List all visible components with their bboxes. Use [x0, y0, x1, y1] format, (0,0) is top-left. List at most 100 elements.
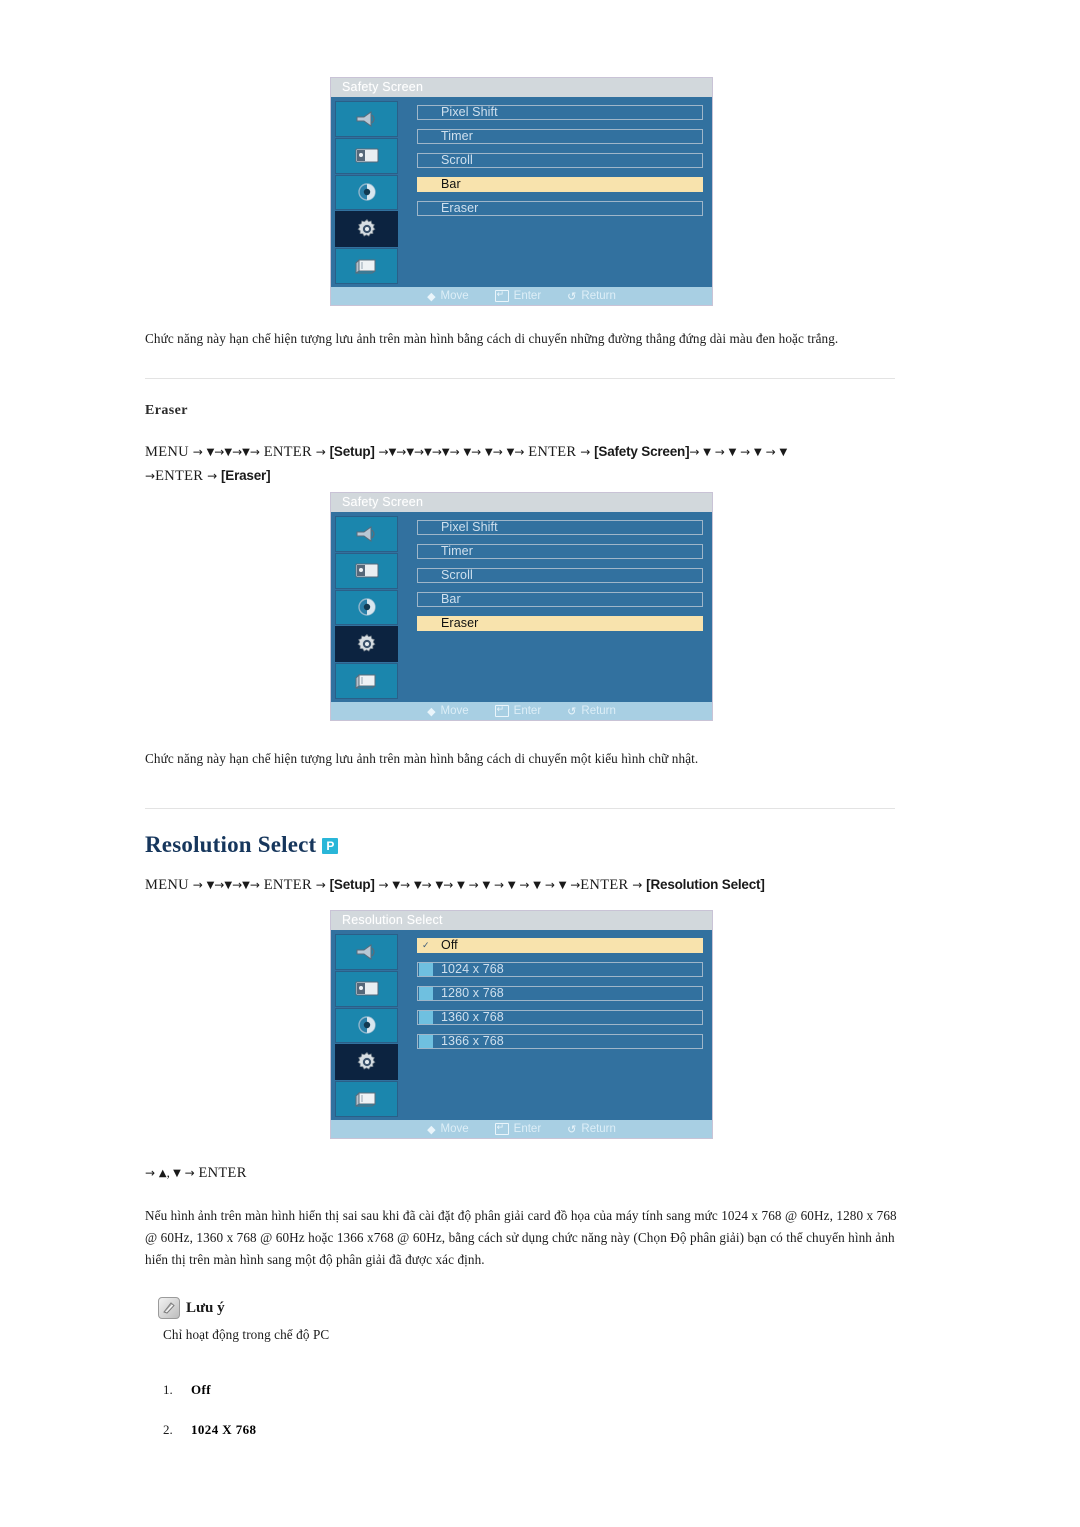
- return-arrow-icon: ↺: [567, 289, 577, 303]
- multi-display-icon: [354, 671, 380, 691]
- list-item-number: 2.: [163, 1422, 173, 1437]
- osd-row-selected[interactable]: Eraser: [417, 616, 703, 631]
- updown-arrow-icon: ◆: [427, 1122, 436, 1136]
- osd-row-label: Pixel Shift: [441, 105, 498, 119]
- enter-key-icon: [494, 703, 509, 717]
- sound-icon: [354, 524, 380, 544]
- osd-panel-resolution-select: Resolution Select ✓ Off 1024 x 768 1280 …: [331, 911, 712, 1138]
- resolution-select-description: Nếu hình ảnh trên màn hình hiển thị sai …: [145, 1208, 897, 1267]
- osd-row[interactable]: Scroll: [417, 153, 703, 168]
- rail-item-setup[interactable]: [335, 211, 398, 248]
- osd-row[interactable]: Pixel Shift: [417, 520, 703, 535]
- osd-option-list: Pixel Shift Timer Scroll Bar Eraser: [417, 520, 703, 640]
- osd-option-list: Pixel Shift Timer Scroll Bar Eraser: [417, 105, 703, 225]
- pc-mode-badge-icon: P: [322, 838, 339, 854]
- osd-row[interactable]: 1024 x 768: [417, 962, 703, 977]
- eraser-description: Chức năng này hạn chế hiện tượng lưu ảnh…: [145, 751, 699, 766]
- rail-item-setup[interactable]: [335, 1044, 398, 1081]
- rail-item-picture[interactable]: [335, 137, 398, 174]
- osd-row-label: Scroll: [441, 153, 473, 167]
- footer-return: ↺ Return: [567, 289, 616, 303]
- row-swatch: [419, 963, 433, 976]
- footer-enter: Enter: [494, 703, 541, 717]
- osd-row-label: Off: [441, 938, 458, 952]
- osd-row-selected[interactable]: ✓ Off: [417, 938, 703, 953]
- osd-row[interactable]: Scroll: [417, 568, 703, 583]
- path-enter-3: ENTER: [155, 468, 204, 484]
- osd-title: Safety Screen: [331, 78, 712, 97]
- rail-item-sound[interactable]: [335, 516, 398, 552]
- rail-item-brightness[interactable]: [335, 1007, 398, 1044]
- multi-display-icon: [354, 1089, 380, 1109]
- osd-option-list: ✓ Off 1024 x 768 1280 x 768 1360 x 768 13…: [417, 938, 703, 1058]
- footer-move: ◆ Move: [427, 704, 469, 718]
- osd-icon-rail: [335, 934, 398, 1118]
- path-enter-2: ENTER: [580, 877, 629, 893]
- osd-panel-safety-screen-eraser: Safety Screen Pixel Shift Timer Scroll B…: [331, 493, 712, 720]
- path-eraser-token: [Eraser]: [220, 468, 271, 483]
- row-swatch: [419, 1011, 433, 1024]
- eraser-menu-path: MENU → ▼→▼→▼→ ENTER → [Setup] →▼→▼→▼→▼→ …: [145, 444, 788, 484]
- return-arrow-icon: ↺: [567, 704, 577, 718]
- return-arrow-icon: ↺: [567, 1122, 577, 1136]
- enter-key-icon: [494, 288, 509, 302]
- setup-gear-icon: [355, 632, 379, 656]
- updown-arrow-icon: ◆: [427, 704, 436, 718]
- enter-key-icon: [494, 1121, 509, 1135]
- osd-row-label: Bar: [441, 177, 461, 191]
- setup-gear-icon: [355, 217, 379, 241]
- rail-item-setup[interactable]: [335, 626, 398, 663]
- rail-item-brightness[interactable]: [335, 589, 398, 626]
- document-page: Safety Screen Pixel Shift Timer Scroll B…: [0, 0, 1080, 1527]
- osd-row-label: 1280 x 768: [441, 986, 504, 1000]
- rail-item-picture[interactable]: [335, 970, 398, 1007]
- updown-enter-line: → ▲, ▼ → ENTER: [145, 1165, 247, 1181]
- osd-row-selected[interactable]: Bar: [417, 177, 703, 192]
- rail-item-sound[interactable]: [335, 934, 398, 970]
- rail-item-picture[interactable]: [335, 552, 398, 589]
- osd-row[interactable]: Eraser: [417, 201, 703, 216]
- note-pen-icon: [158, 1297, 180, 1319]
- path-setup-token: [Setup]: [329, 444, 375, 459]
- osd-row-label: Timer: [441, 544, 473, 558]
- rail-item-sound[interactable]: [335, 101, 398, 137]
- osd-row[interactable]: 1280 x 768: [417, 986, 703, 1001]
- osd-row[interactable]: 1366 x 768: [417, 1034, 703, 1049]
- bar-description: Chức năng này hạn chế hiện tượng lưu ảnh…: [145, 331, 839, 346]
- list-item: 1. Off: [163, 1382, 256, 1398]
- footer-move: ◆ Move: [427, 289, 469, 303]
- path-resolution-token: [Resolution Select]: [646, 877, 765, 892]
- list-item: 2. 1024 X 768: [163, 1422, 256, 1438]
- note-text: Chỉ hoạt động trong chế độ PC: [163, 1327, 330, 1342]
- osd-panel-safety-screen-bar: Safety Screen Pixel Shift Timer Scroll B…: [331, 78, 712, 305]
- note-heading: Lưu ý: [158, 1297, 225, 1319]
- rail-item-multi-display[interactable]: [335, 663, 398, 699]
- rail-item-brightness[interactable]: [335, 174, 398, 211]
- osd-row-label: Eraser: [441, 201, 479, 215]
- resolution-select-heading: Resolution Select P: [145, 832, 339, 858]
- rail-item-multi-display[interactable]: [335, 248, 398, 284]
- footer-move: ◆ Move: [427, 1122, 469, 1136]
- osd-row[interactable]: Timer: [417, 544, 703, 559]
- rail-item-multi-display[interactable]: [335, 1081, 398, 1117]
- list-item-number: 1.: [163, 1382, 173, 1397]
- osd-body: Pixel Shift Timer Scroll Bar Eraser: [331, 512, 712, 702]
- osd-footer: ◆Move Enter ↺Return: [331, 287, 712, 305]
- osd-row[interactable]: Timer: [417, 129, 703, 144]
- list-item-label: 1024 X 768: [191, 1422, 257, 1437]
- resolution-select-menu-path: MENU → ▼→▼→▼→ ENTER → [Setup] → ▼→ ▼→ ▼→…: [145, 877, 765, 893]
- updown-arrow-icon: ◆: [427, 289, 436, 303]
- row-swatch: [419, 1035, 433, 1048]
- osd-row[interactable]: Pixel Shift: [417, 105, 703, 120]
- brightness-icon: [356, 1014, 378, 1036]
- numbered-list: 1. Off 2. 1024 X 768: [163, 1382, 256, 1462]
- path-menu: MENU: [145, 444, 189, 460]
- osd-row-label: Pixel Shift: [441, 520, 498, 534]
- section-divider: [145, 378, 895, 379]
- osd-row[interactable]: 1360 x 768: [417, 1010, 703, 1025]
- footer-enter: Enter: [494, 288, 541, 302]
- brightness-icon: [356, 181, 378, 203]
- osd-row[interactable]: Bar: [417, 592, 703, 607]
- sound-icon: [354, 942, 380, 962]
- osd-row-label: 1360 x 768: [441, 1010, 504, 1024]
